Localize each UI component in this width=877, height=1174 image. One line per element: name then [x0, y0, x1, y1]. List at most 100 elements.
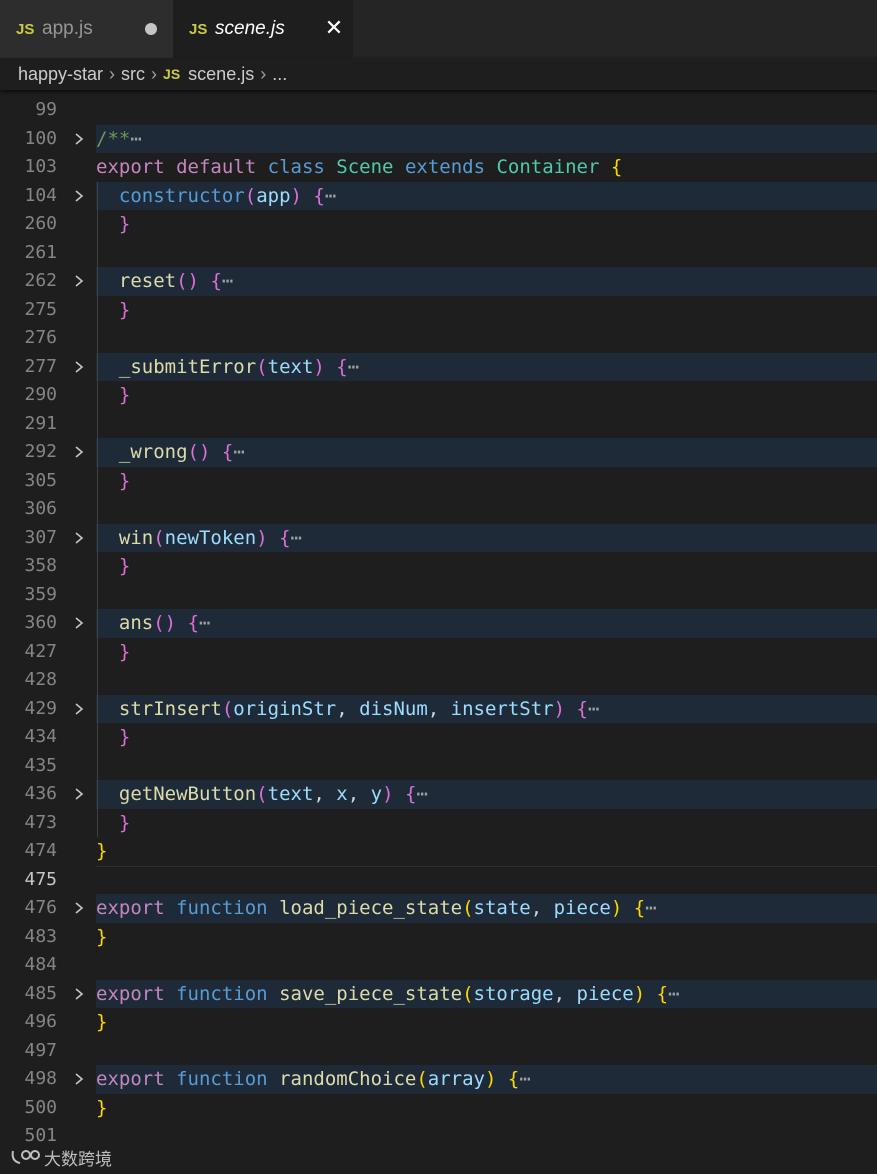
code-text: _wrong() {⋯: [96, 438, 245, 467]
code-line[interactable]: 434 }: [0, 723, 877, 752]
breadcrumb-item-src[interactable]: src: [121, 64, 145, 85]
code-line[interactable]: 290 }: [0, 381, 877, 410]
code-line[interactable]: 436 getNewButton(text, x, y) {⋯: [0, 780, 877, 809]
folded-ellipsis-icon[interactable]: ⋯: [416, 783, 427, 805]
fold-chevron-right-icon[interactable]: [72, 524, 90, 553]
fold-chevron-right-icon[interactable]: [72, 980, 90, 1009]
line-number: 307: [24, 526, 57, 548]
line-number: 475: [24, 868, 57, 890]
code-line[interactable]: 497: [0, 1037, 877, 1066]
fold-chevron-right-icon[interactable]: [72, 695, 90, 724]
code-token: text: [267, 783, 314, 805]
code-line[interactable]: 427 }: [0, 638, 877, 667]
fold-chevron-right-icon[interactable]: [72, 353, 90, 382]
folded-ellipsis-icon[interactable]: ⋯: [199, 612, 210, 634]
code-line[interactable]: 428: [0, 666, 877, 695]
code-token: ans: [118, 612, 154, 634]
code-token: class: [267, 156, 325, 178]
code-line[interactable]: 276: [0, 324, 877, 353]
fold-chevron-right-icon[interactable]: [72, 609, 90, 638]
breadcrumb-item-symbols[interactable]: ...: [272, 64, 287, 85]
folded-ellipsis-icon[interactable]: ⋯: [233, 441, 244, 463]
code-token: ): [610, 897, 623, 919]
line-number: 360: [24, 612, 57, 633]
code-line[interactable]: 306: [0, 495, 877, 524]
code-line[interactable]: 260 }: [0, 210, 877, 239]
code-line[interactable]: 485 export function save_piece_state(stor…: [0, 979, 877, 1009]
code-editor[interactable]: 99 100/**⋯ 103 export default class Scene e…: [0, 90, 877, 1174]
tab-app-js[interactable]: JS app.js: [0, 0, 173, 58]
code-line[interactable]: 475: [0, 865, 877, 895]
folded-ellipsis-icon[interactable]: ⋯: [519, 1068, 530, 1090]
code-token: ): [485, 1068, 497, 1090]
folded-ellipsis-icon[interactable]: ⋯: [130, 128, 141, 150]
code-line[interactable]: 262 reset() {⋯: [0, 267, 877, 296]
code-line[interactable]: 429 strInsert(originStr, disNum, insertS…: [0, 694, 877, 724]
current-line-highlight: [96, 865, 877, 895]
breadcrumb-item-scene-js[interactable]: scene.js: [188, 64, 254, 85]
code-line[interactable]: 292 _wrong() {⋯: [0, 438, 877, 467]
code-line[interactable]: 500}: [0, 1094, 877, 1123]
code-line[interactable]: 359: [0, 581, 877, 610]
code-line[interactable]: 483}: [0, 923, 877, 952]
code-line[interactable]: 474}: [0, 837, 877, 866]
code-token: piece: [576, 982, 634, 1005]
code-line[interactable]: 501: [0, 1122, 877, 1151]
code-line[interactable]: 305 }: [0, 467, 877, 496]
breadcrumb-item-happy-star[interactable]: happy-star: [18, 64, 103, 85]
code-line[interactable]: 307 win(newToken) {⋯: [0, 523, 877, 553]
fold-chevron-right-icon[interactable]: [72, 1065, 90, 1094]
code-line[interactable]: 99: [0, 96, 877, 125]
folded-ellipsis-icon[interactable]: ⋯: [222, 270, 233, 292]
code-line[interactable]: 498 export function randomChoice(array) {…: [0, 1065, 877, 1094]
code-line[interactable]: 104 constructor(app) {⋯: [0, 181, 877, 211]
chevron-right-icon: ›: [151, 63, 158, 84]
code-token: {: [656, 982, 669, 1005]
code-token: {: [507, 1068, 520, 1090]
folded-ellipsis-icon[interactable]: ⋯: [348, 356, 359, 378]
code-text: }: [96, 1094, 107, 1123]
fold-chevron-right-icon[interactable]: [72, 125, 90, 154]
fold-chevron-right-icon[interactable]: [72, 267, 90, 296]
fold-chevron-right-icon[interactable]: [72, 780, 90, 809]
code-token: insertStr: [450, 697, 554, 720]
code-line[interactable]: 100 /**⋯: [0, 124, 877, 154]
code-line[interactable]: 360 ans() {⋯: [0, 609, 877, 638]
unsaved-dot-icon[interactable]: [145, 23, 157, 35]
tab-label: scene.js: [215, 18, 285, 39]
code-line[interactable]: 476 export function load_piece_state(stat…: [0, 894, 877, 923]
code-token: storage: [473, 982, 554, 1005]
folded-ellipsis-icon[interactable]: ⋯: [291, 527, 302, 549]
code-text: }: [96, 1008, 107, 1037]
fold-chevron-right-icon[interactable]: [72, 438, 90, 467]
close-icon[interactable]: ✕: [322, 15, 346, 43]
folded-ellipsis-icon[interactable]: ⋯: [668, 983, 679, 1005]
code-line[interactable]: 291: [0, 410, 877, 439]
code-line[interactable]: 473 }: [0, 809, 877, 838]
code-token: }: [96, 1096, 108, 1119]
code-line[interactable]: 435: [0, 752, 877, 781]
fold-chevron-right-icon[interactable]: [72, 182, 90, 211]
fold-chevron-right-icon[interactable]: [72, 894, 90, 923]
code-line[interactable]: 277 _submitError(text) {⋯: [0, 352, 877, 382]
folded-ellipsis-icon[interactable]: ⋯: [645, 897, 656, 919]
code-line[interactable]: 484: [0, 951, 877, 980]
code-text: constructor(app) {⋯: [96, 182, 336, 211]
code-line[interactable]: 496}: [0, 1008, 877, 1037]
code-line[interactable]: 275 }: [0, 296, 877, 325]
code-line[interactable]: 261: [0, 239, 877, 268]
code-token: {: [210, 270, 222, 292]
code-token: {: [576, 697, 588, 720]
folded-ellipsis-icon[interactable]: ⋯: [588, 698, 599, 720]
code-line[interactable]: 103 export default class Scene extends Co…: [0, 153, 877, 182]
code-token: (: [416, 1068, 428, 1090]
code-line[interactable]: 358 }: [0, 552, 877, 581]
tab-scene-js[interactable]: JS scene.js ✕: [173, 0, 353, 58]
folded-ellipsis-icon[interactable]: ⋯: [325, 185, 336, 207]
